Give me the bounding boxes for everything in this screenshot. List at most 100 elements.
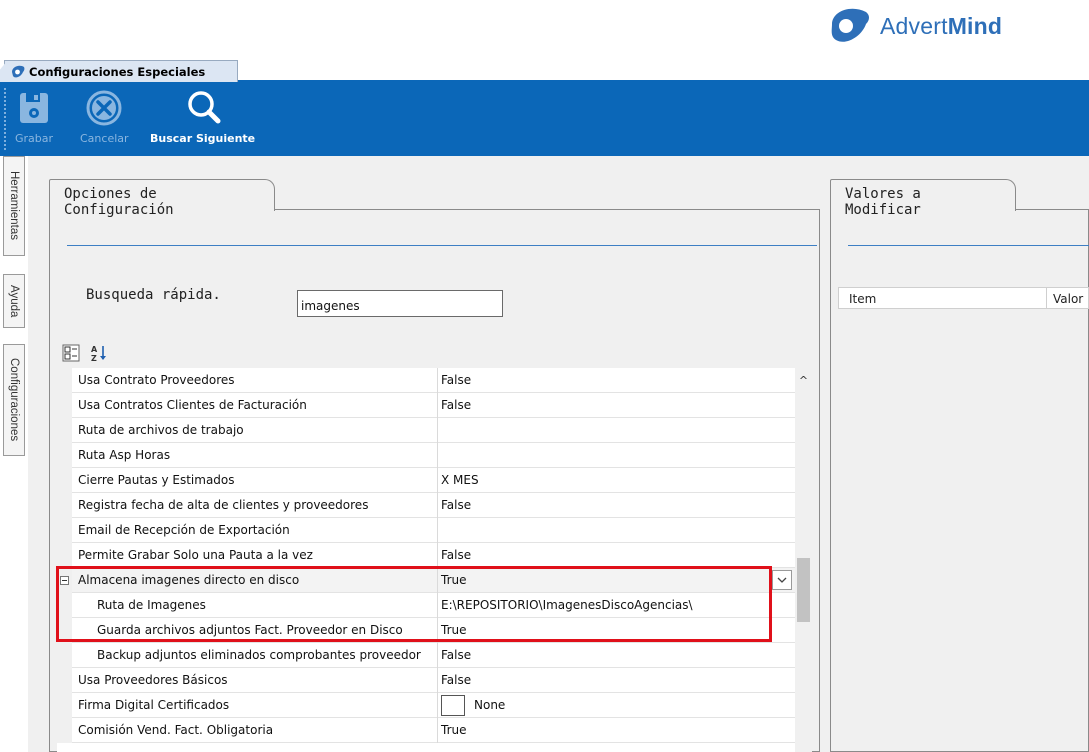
property-value[interactable]: False: [441, 548, 471, 562]
svg-text:A: A: [91, 345, 98, 354]
property-value[interactable]: True: [441, 723, 467, 737]
grid-row[interactable]: Ruta de Imagenes E:\REPOSITORIO\Imagenes…: [57, 593, 795, 618]
tab-title: Valores a Modificar: [845, 186, 921, 218]
property-value[interactable]: False: [441, 373, 471, 387]
property-name: Ruta de archivos de trabajo: [78, 423, 244, 437]
grid-row[interactable]: Ruta de archivos de trabajo: [57, 418, 795, 443]
scroll-up-icon[interactable]: ^: [795, 374, 812, 388]
property-value[interactable]: False: [441, 398, 471, 412]
row-gutter: [57, 518, 72, 543]
grid-row[interactable]: Permite Grabar Solo una Pauta a la vez F…: [57, 543, 795, 568]
property-value[interactable]: True: [441, 573, 467, 587]
column-separator: [437, 543, 438, 568]
row-gutter: [57, 643, 72, 668]
ribbon-toolbar: Grabar Cancelar Buscar Siguiente: [0, 82, 1089, 156]
quick-search-label: Busqueda rápida.: [86, 287, 221, 303]
row-gutter: [57, 493, 72, 518]
property-name: Usa Contrato Proveedores: [78, 373, 235, 387]
row-gutter: [57, 668, 72, 693]
column-separator: [437, 418, 438, 443]
cancel-x-icon: [86, 90, 122, 126]
side-tab-label: Herramientas: [8, 171, 20, 241]
alphabetical-sort-icon[interactable]: A Z: [90, 344, 108, 362]
side-tab-ayuda[interactable]: Ayuda: [3, 274, 25, 328]
floppy-disk-icon: [20, 93, 48, 123]
column-header-valor[interactable]: Valor: [1053, 292, 1083, 306]
grid-row[interactable]: Registra fecha de alta de clientes y pro…: [57, 493, 795, 518]
section-divider: [848, 245, 1089, 246]
row-gutter: [57, 443, 72, 468]
grid-row[interactable]: Usa Contrato Proveedores False: [57, 368, 795, 393]
brand-name: AdvertMind: [880, 12, 1003, 39]
property-value[interactable]: E:\REPOSITORIO\ImagenesDiscoAgencias\: [441, 598, 693, 612]
advertmind-tab-icon: [12, 65, 25, 78]
categorized-view-icon[interactable]: [62, 344, 80, 362]
grid-row[interactable]: Usa Proveedores Básicos False: [57, 668, 795, 693]
scroll-thumb[interactable]: [797, 558, 810, 622]
grid-row[interactable]: Ruta Asp Horas: [57, 443, 795, 468]
tab-configuraciones-especiales[interactable]: Configuraciones Especiales: [0, 60, 238, 83]
grid-row[interactable]: Email de Recepción de Exportación: [57, 518, 795, 543]
column-separator: [437, 468, 438, 493]
property-name: Usa Proveedores Básicos: [78, 673, 228, 687]
property-name: Email de Recepción de Exportación: [78, 523, 290, 537]
svg-text:Z: Z: [91, 354, 97, 362]
side-tab-herramientas[interactable]: Herramientas: [3, 156, 25, 256]
tab-valores-modificar[interactable]: Valores a Modificar: [830, 179, 1016, 218]
column-separator: [437, 368, 438, 393]
side-tab-configuraciones[interactable]: Configuraciones: [3, 344, 25, 456]
brand-logo: AdvertMind: [826, 4, 1002, 48]
row-gutter: [57, 618, 72, 643]
toolbar-grip[interactable]: [4, 88, 6, 150]
side-tab-label: Configuraciones: [8, 358, 20, 442]
cancel-button[interactable]: Cancelar: [80, 88, 129, 145]
side-tab-label: Ayuda: [8, 284, 20, 318]
column-separator: [437, 518, 438, 543]
row-gutter: [57, 368, 72, 393]
property-value[interactable]: False: [441, 498, 471, 512]
column-separator: [437, 643, 438, 668]
column-separator: [437, 593, 438, 618]
property-name: Permite Grabar Solo una Pauta a la vez: [78, 548, 313, 562]
tab-opciones-configuracion[interactable]: Opciones de Configuración: [49, 179, 275, 218]
row-gutter: [57, 718, 72, 743]
tab-title: Opciones de Configuración: [64, 186, 174, 218]
row-gutter: [57, 593, 72, 618]
property-name: Registra fecha de alta de clientes y pro…: [78, 498, 369, 512]
property-value[interactable]: False: [441, 648, 471, 662]
grid-row[interactable]: Comisión Vend. Fact. Obligatoria True: [57, 718, 795, 743]
magnifier-icon: [187, 91, 221, 124]
grid-row[interactable]: Guarda archivos adjuntos Fact. Proveedor…: [57, 618, 795, 643]
property-value[interactable]: False: [441, 673, 471, 687]
collapse-toggle-icon[interactable]: [60, 576, 69, 585]
find-next-button[interactable]: Buscar Siguiente: [150, 88, 255, 145]
row-gutter: [57, 543, 72, 568]
grid-row-selected[interactable]: Almacena imagenes directo en disco True: [57, 568, 795, 593]
property-name: Ruta de Imagenes: [97, 598, 206, 612]
property-name: Usa Contratos Clientes de Facturación: [78, 398, 307, 412]
grid-vertical-scrollbar[interactable]: ^: [795, 368, 812, 752]
color-swatch-box[interactable]: [441, 695, 465, 716]
row-gutter: [57, 468, 72, 493]
property-value[interactable]: None: [474, 698, 505, 712]
property-name: Comisión Vend. Fact. Obligatoria: [78, 723, 274, 737]
section-divider: [67, 245, 817, 246]
row-gutter: [57, 418, 72, 443]
grid-row[interactable]: Firma Digital Certificados None: [57, 693, 795, 718]
quick-search-input[interactable]: imagenes: [297, 290, 503, 317]
tab-title: Configuraciones Especiales: [29, 64, 206, 79]
grid-row[interactable]: Backup adjuntos eliminados comprobantes …: [57, 643, 795, 668]
column-separator: [1046, 288, 1047, 308]
property-value[interactable]: True: [441, 623, 467, 637]
grid-row[interactable]: Cierre Pautas y Estimados X MES: [57, 468, 795, 493]
column-header-item[interactable]: Item: [849, 292, 876, 306]
save-button-label: Grabar: [14, 132, 54, 145]
chevron-down-icon: [777, 577, 787, 583]
value-dropdown-button[interactable]: [772, 570, 792, 590]
grid-row[interactable]: Usa Contratos Clientes de Facturación Fa…: [57, 393, 795, 418]
column-separator: [437, 618, 438, 643]
save-button[interactable]: Grabar: [14, 88, 54, 145]
property-name: Firma Digital Certificados: [78, 698, 230, 712]
property-value[interactable]: X MES: [441, 473, 479, 487]
property-name: Ruta Asp Horas: [78, 448, 171, 462]
